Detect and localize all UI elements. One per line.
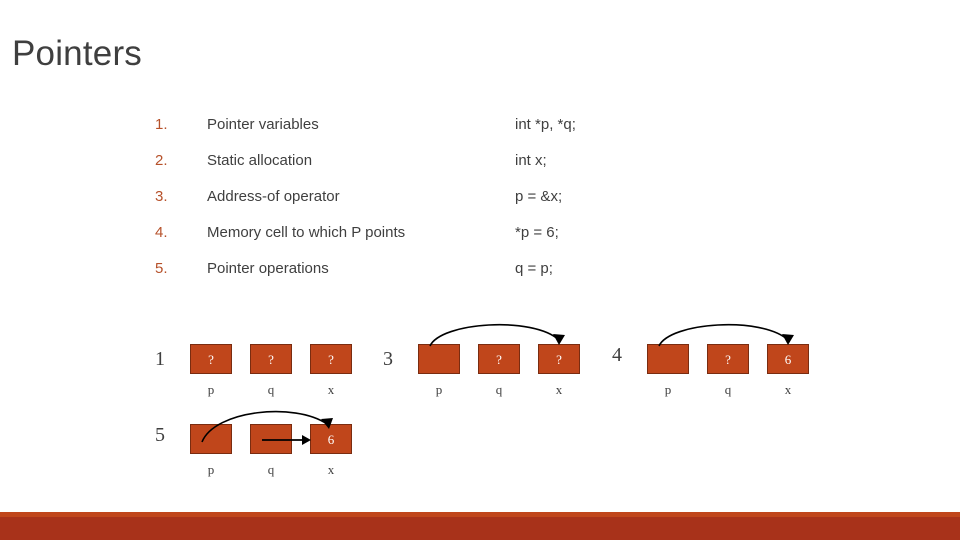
memory-cell-p — [190, 424, 232, 454]
variable-label-p: p — [207, 462, 215, 477]
group-label: 1 — [155, 348, 165, 370]
numbered-list: 1. Pointer variables int *p, *q; 2. Stat… — [155, 116, 715, 296]
list-item-code: *p = 6; — [515, 224, 559, 241]
variable-label-p: p — [435, 382, 443, 397]
list-item-code: int x; — [515, 152, 547, 169]
page-title: Pointers — [12, 34, 142, 73]
list-item-number: 3. — [155, 188, 168, 205]
list-item-description: Memory cell to which P points — [207, 224, 406, 241]
memory-cell-x: 6 — [767, 344, 809, 374]
list-item-number: 5. — [155, 260, 168, 277]
list-item-description: Static allocation — [207, 152, 313, 169]
memory-cell-p: ? — [190, 344, 232, 374]
list-item-description: Pointer variables — [207, 116, 319, 133]
diagram-group-3: 3 ? ? p q x — [383, 323, 613, 410]
variable-label-q: q — [724, 382, 732, 397]
memory-cell-p — [647, 344, 689, 374]
memory-cell-p — [418, 344, 460, 374]
variable-label-x: x — [555, 382, 563, 397]
memory-cell-q: ? — [707, 344, 749, 374]
variable-label-p: p — [664, 382, 672, 397]
list-item-number: 1. — [155, 116, 168, 133]
group-label: 4 — [612, 344, 622, 366]
list-item: 2. Static allocation int x; — [155, 152, 715, 188]
memory-cell-x: ? — [310, 344, 352, 374]
variable-label-q: q — [495, 382, 503, 397]
group-label: 3 — [383, 348, 393, 370]
list-item: 5. Pointer operations q = p; — [155, 260, 715, 296]
memory-cell-q: ? — [478, 344, 520, 374]
list-item-description: Address-of operator — [207, 188, 340, 205]
diagram-group-1: 1 ? ? ? p q x — [155, 340, 375, 410]
list-item-description: Pointer operations — [207, 260, 329, 277]
list-item-code: p = &x; — [515, 188, 563, 205]
list-item-code: int *p, *q; — [515, 116, 576, 133]
diagram-group-5: 5 6 p q x — [155, 410, 385, 490]
footer-bar-accent — [0, 512, 960, 517]
diagram-group-4: 4 ? 6 p q x — [612, 323, 842, 410]
list-item: 1. Pointer variables int *p, *q; — [155, 116, 715, 152]
memory-cell-x: 6 — [310, 424, 352, 454]
memory-cell-q: ? — [250, 344, 292, 374]
variable-label-q: q — [267, 382, 275, 397]
variable-label-x: x — [784, 382, 792, 397]
list-item-number: 2. — [155, 152, 168, 169]
list-item: 3. Address-of operator p = &x; — [155, 188, 715, 224]
variable-label-x: x — [327, 462, 335, 477]
variable-label-x: x — [327, 382, 335, 397]
memory-cell-x: ? — [538, 344, 580, 374]
variable-label-q: q — [267, 462, 275, 477]
slide: Pointers 1. Pointer variables int *p, *q… — [0, 0, 960, 540]
group-label: 5 — [155, 424, 165, 446]
list-item-code: q = p; — [515, 260, 553, 277]
list-item: 4. Memory cell to which P points *p = 6; — [155, 224, 715, 260]
memory-cell-q — [250, 424, 292, 454]
list-item-number: 4. — [155, 224, 168, 241]
variable-label-p: p — [207, 382, 215, 397]
footer-bar — [0, 512, 960, 540]
